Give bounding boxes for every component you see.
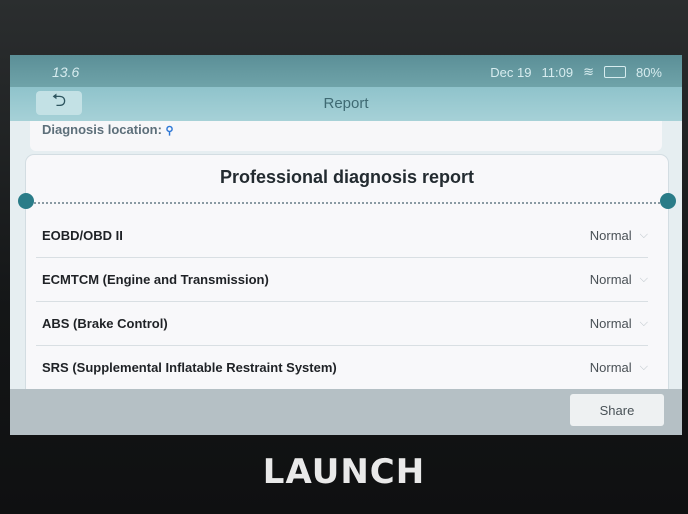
chevron-down-icon[interactable]: ⌵ xyxy=(640,317,648,330)
report-row[interactable]: EOBD/OBD II Normal ⌵ xyxy=(36,213,648,258)
system-label: EOBD/OBD II xyxy=(42,227,123,243)
chevron-down-icon[interactable]: ⌵ xyxy=(640,229,648,242)
report-row[interactable]: ECMTCM (Engine and Transmission) Normal … xyxy=(36,257,648,302)
report-title: Professional diagnosis report xyxy=(219,167,475,187)
card-notch-right xyxy=(660,193,676,209)
system-status: Normal xyxy=(589,271,632,287)
system-label: ECMTCM (Engine and Transmission) xyxy=(42,271,269,287)
app-bar: ⮌ Report xyxy=(10,87,682,121)
report-row[interactable]: SRS (Supplemental Inflatable Restraint S… xyxy=(36,345,648,390)
report-row[interactable]: ABS (Brake Control) Normal ⌵ xyxy=(36,301,648,346)
status-bar: 13.6 Dec 19 11:09 ≋ 80% xyxy=(10,55,682,87)
location-label: Diagnosis location: xyxy=(42,122,162,137)
system-label: SRS (Supplemental Inflatable Restraint S… xyxy=(42,359,337,375)
device-frame: 13.6 Dec 19 11:09 ≋ 80% ⮌ Report Diagnos… xyxy=(0,0,688,514)
chevron-down-icon[interactable]: ⌵ xyxy=(640,361,648,374)
screen: 13.6 Dec 19 11:09 ≋ 80% ⮌ Report Diagnos… xyxy=(10,55,682,435)
status-battery: 80% xyxy=(635,64,662,80)
system-status: Normal xyxy=(589,315,632,331)
brand-logo: LAUNCH xyxy=(262,452,426,492)
bottom-bar: Share xyxy=(10,389,682,435)
chevron-down-icon[interactable]: ⌵ xyxy=(640,273,648,286)
battery-icon xyxy=(603,66,626,78)
status-time: 11:09 xyxy=(541,64,574,80)
share-button[interactable]: Share xyxy=(570,394,664,426)
status-right-group: Dec 19 11:09 ≋ 80% xyxy=(490,64,662,80)
system-status: Normal xyxy=(589,359,632,375)
pin-icon: ⚲ xyxy=(165,125,174,137)
system-status: Normal xyxy=(589,227,632,243)
dotted-divider xyxy=(34,202,660,204)
status-date: Dec 19 xyxy=(490,64,532,80)
system-label: ABS (Brake Control) xyxy=(42,315,168,331)
card-notch-left xyxy=(18,193,34,209)
diagnosis-location: Diagnosis location: ⚲ xyxy=(30,121,662,151)
status-voltage: 13.6 xyxy=(52,64,80,80)
wifi-icon: ≋ xyxy=(583,64,594,79)
page-title: Report xyxy=(323,95,369,112)
